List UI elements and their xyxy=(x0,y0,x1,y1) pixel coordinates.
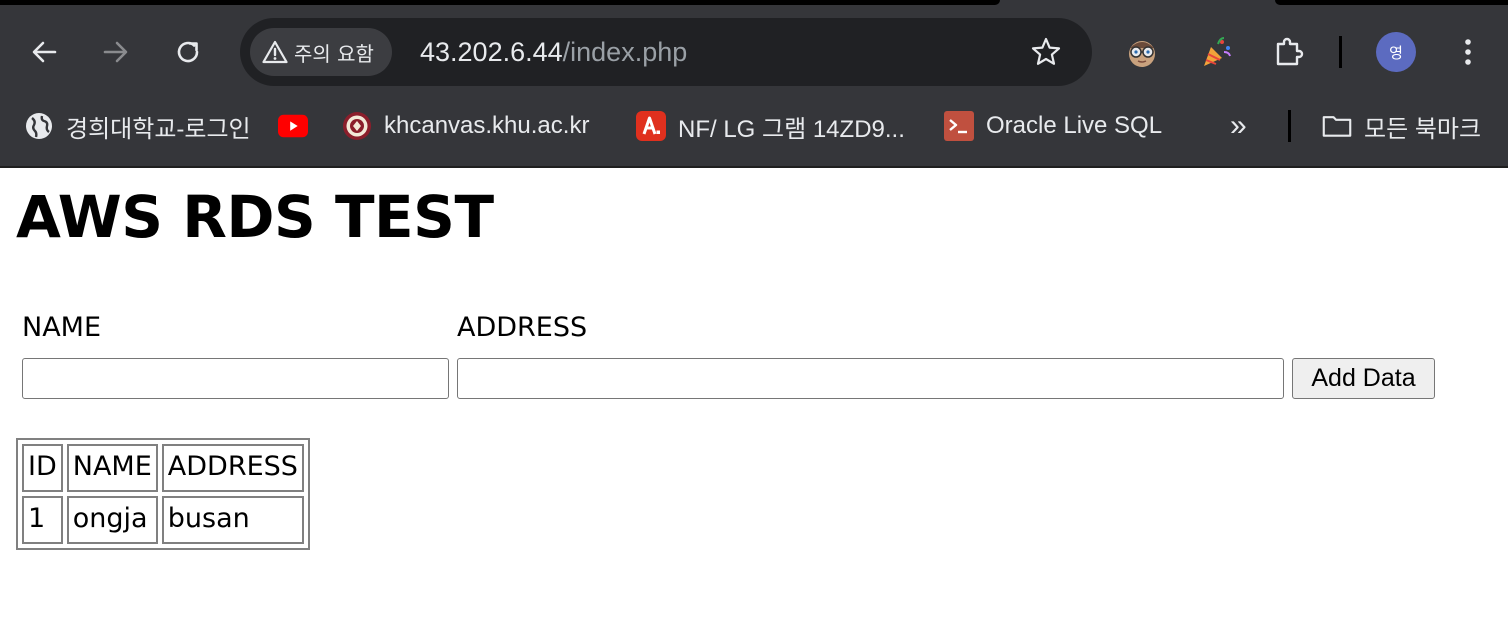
khu-seal-icon xyxy=(342,111,372,141)
double-chevron-right-icon: » xyxy=(1230,109,1247,142)
add-data-button[interactable]: Add Data xyxy=(1292,358,1435,399)
page-title: AWS RDS TEST xyxy=(16,183,494,251)
bookmark-label: 경희대학교-로그인 xyxy=(66,115,251,143)
profile-avatar[interactable]: 영 xyxy=(1376,32,1416,72)
browser-menu-button[interactable] xyxy=(1444,28,1492,76)
bookmark-label: khcanvas.khu.ac.kr xyxy=(384,112,590,139)
address-bar[interactable]: 주의 요함 43.202.6.44/index.php xyxy=(240,18,1092,86)
back-button[interactable] xyxy=(22,30,66,74)
table-row: 1 ongja busan xyxy=(22,496,304,544)
security-chip[interactable]: 주의 요함 xyxy=(250,28,392,76)
acrobat-icon xyxy=(636,111,666,141)
tab-edge xyxy=(1275,0,1508,5)
globe-icon xyxy=(24,111,54,141)
name-input[interactable] xyxy=(22,358,449,399)
bookmark-item[interactable]: NF/ LG 그램 14ZD9... xyxy=(636,108,905,144)
bookmark-item[interactable]: 경희대학교-로그인 xyxy=(24,108,251,144)
arrow-right-icon xyxy=(103,41,128,63)
address-label: ADDRESS xyxy=(457,312,588,343)
bookmark-item[interactable]: khcanvas.khu.ac.kr xyxy=(342,108,589,144)
url-host: 43.202.6.44 xyxy=(420,37,563,67)
address-input[interactable] xyxy=(457,358,1284,399)
puzzle-piece-icon xyxy=(1276,37,1304,66)
extensions-menu-button[interactable] xyxy=(1265,28,1313,76)
url-text[interactable]: 43.202.6.44/index.php xyxy=(420,37,687,67)
reload-icon xyxy=(177,41,199,63)
all-bookmarks-button[interactable]: 모든 북마크 xyxy=(1322,108,1481,144)
reload-button[interactable] xyxy=(166,30,210,74)
web-page: AWS RDS TEST NAME ADDRESS Add Data ID NA… xyxy=(0,168,1508,628)
tab-strip xyxy=(0,0,1508,6)
star-icon xyxy=(1031,37,1061,65)
extension-button[interactable] xyxy=(1192,28,1240,76)
tab-edge xyxy=(0,0,1000,5)
extension-button[interactable] xyxy=(1118,28,1166,76)
warning-icon xyxy=(262,40,288,64)
glasses-face-extension-icon xyxy=(1129,41,1155,67)
folder-icon xyxy=(1322,111,1352,141)
bookmarks-overflow-button[interactable]: » xyxy=(1230,108,1247,144)
bookmark-item[interactable] xyxy=(278,108,308,144)
column-header-address: ADDRESS xyxy=(161,444,304,492)
all-bookmarks-label: 모든 북마크 xyxy=(1364,115,1482,143)
party-popper-icon xyxy=(1204,37,1231,66)
arrow-left-icon xyxy=(32,41,57,63)
youtube-icon xyxy=(278,111,308,141)
bookmarks-divider xyxy=(1288,110,1291,142)
name-label: NAME xyxy=(22,312,102,343)
security-label: 주의 요함 xyxy=(294,41,374,66)
bookmark-label: NF/ LG 그램 14ZD9... xyxy=(678,115,905,143)
forward-button[interactable] xyxy=(94,30,138,74)
cell-name: ongja xyxy=(66,496,158,544)
bookmark-star-button[interactable] xyxy=(1030,36,1062,72)
bookmarks-bar: 경희대학교-로그인 khcanvas.khu.ac.kr NF/ LG 그램 1… xyxy=(0,100,1508,152)
terminal-icon xyxy=(944,111,974,141)
bookmark-item[interactable]: Oracle Live SQL xyxy=(944,108,1162,144)
cell-id: 1 xyxy=(22,496,63,544)
cell-address: busan xyxy=(161,496,304,544)
data-table: ID NAME ADDRESS 1 ongja busan xyxy=(16,438,310,550)
column-header-name: NAME xyxy=(66,444,158,492)
column-header-id: ID xyxy=(22,444,63,492)
bookmark-label: Oracle Live SQL xyxy=(986,112,1163,139)
kebab-menu-icon xyxy=(1465,39,1471,65)
toolbar-divider xyxy=(1339,36,1342,68)
browser-chrome: 주의 요함 43.202.6.44/index.php 영 경희대학교-로그인 … xyxy=(0,0,1508,168)
url-path: /index.php xyxy=(562,37,688,67)
table-header-row: ID NAME ADDRESS xyxy=(22,444,304,492)
